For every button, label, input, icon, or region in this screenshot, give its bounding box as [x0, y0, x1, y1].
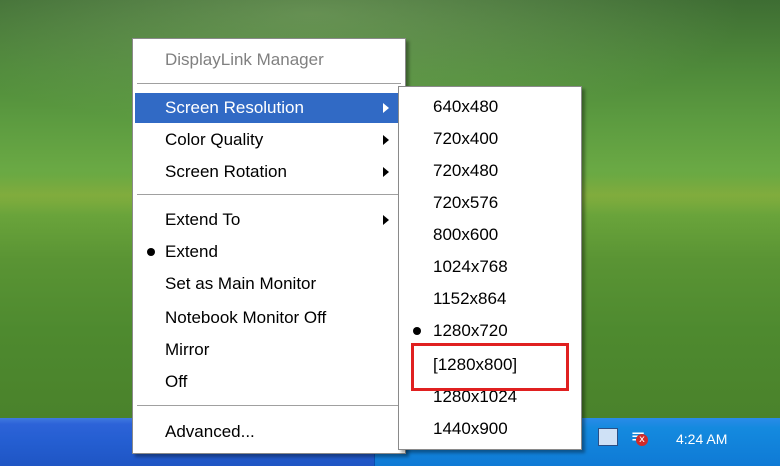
resolution-option[interactable]: 1152x864: [401, 283, 579, 315]
resolution-option[interactable]: 640x480: [401, 91, 579, 123]
monitor-icon[interactable]: [598, 428, 618, 446]
wireless-disconnected-icon[interactable]: ≡x: [626, 426, 650, 448]
menu-item-extend-to[interactable]: Extend To: [135, 205, 403, 235]
menu-item-notebook-monitor-off[interactable]: Notebook Monitor Off: [135, 303, 403, 333]
resolution-label: 720x576: [433, 193, 499, 212]
resolution-submenu: 640x480 720x400 720x480 720x576 800x600 …: [398, 86, 582, 450]
resolution-option[interactable]: 720x480: [401, 155, 579, 187]
menu-item-mirror[interactable]: Mirror: [135, 335, 403, 365]
resolution-label: 1280x720: [433, 321, 508, 340]
x-badge-icon: x: [636, 434, 648, 446]
menu-item-label: Off: [165, 372, 188, 391]
menu-item-label: Notebook Monitor Off: [165, 308, 327, 327]
taskbar-clock[interactable]: 4:24 AM: [676, 431, 727, 447]
menu-item-set-main-monitor[interactable]: Set as Main Monitor: [135, 269, 403, 299]
submenu-arrow-icon: [383, 103, 389, 113]
menu-item-label: Extend To: [165, 210, 241, 229]
menu-item-screen-rotation[interactable]: Screen Rotation: [135, 157, 403, 187]
menu-separator: [137, 194, 401, 196]
resolution-label: 640x480: [433, 97, 499, 116]
menu-item-label: Mirror: [165, 340, 210, 359]
menu-item-extend[interactable]: Extend: [135, 237, 403, 267]
menu-item-label: Color Quality: [165, 130, 264, 149]
resolution-option[interactable]: 1024x768: [401, 251, 579, 283]
resolution-label: 1024x768: [433, 257, 508, 276]
menu-separator: [137, 83, 401, 85]
submenu-arrow-icon: [383, 215, 389, 225]
menu-item-label: Set as Main Monitor: [165, 274, 317, 293]
menu-item-label: Advanced...: [165, 422, 255, 441]
menu-separator: [137, 405, 401, 407]
submenu-arrow-icon: [383, 167, 389, 177]
submenu-arrow-icon: [383, 135, 389, 145]
menu-item-label: Screen Resolution: [165, 98, 304, 117]
resolution-option[interactable]: 1440x900: [401, 413, 579, 445]
menu-item-screen-resolution[interactable]: Screen Resolution: [135, 93, 403, 123]
menu-item-label: Extend: [165, 242, 218, 261]
highlight-callout-box: [411, 343, 569, 391]
selected-bullet-icon: [413, 327, 421, 335]
menu-item-advanced[interactable]: Advanced...: [135, 417, 403, 447]
menu-title: DisplayLink Manager: [165, 50, 324, 69]
resolution-label: 720x480: [433, 161, 499, 180]
resolution-label: 1152x864: [433, 289, 507, 308]
resolution-label: 1440x900: [433, 419, 508, 438]
resolution-label: 800x600: [433, 225, 499, 244]
resolution-label: 720x400: [433, 129, 499, 148]
selected-bullet-icon: [147, 248, 155, 256]
menu-item-label: Screen Rotation: [165, 162, 287, 181]
resolution-option[interactable]: 800x600: [401, 219, 579, 251]
resolution-option[interactable]: 720x576: [401, 187, 579, 219]
displaylink-context-menu: DisplayLink Manager Screen Resolution Co…: [132, 38, 406, 454]
menu-item-color-quality[interactable]: Color Quality: [135, 125, 403, 155]
resolution-option[interactable]: 720x400: [401, 123, 579, 155]
menu-item-off[interactable]: Off: [135, 367, 403, 397]
